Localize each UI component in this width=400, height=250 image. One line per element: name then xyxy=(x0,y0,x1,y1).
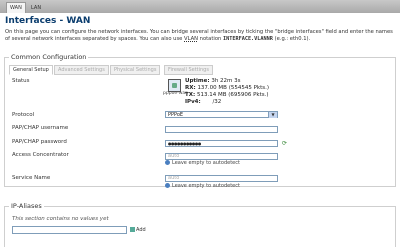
password-label: PAP/CHAP password xyxy=(12,139,67,145)
password-input[interactable]: ●●●●●●●●●●● xyxy=(165,140,278,147)
tab-general-setup[interactable]: General Setup xyxy=(9,65,53,75)
description-line2: of several network interfaces separated … xyxy=(5,36,185,42)
protocol-value: PPPoE xyxy=(168,112,184,118)
tab-lan[interactable]: LAN xyxy=(28,3,44,13)
description-vlan: VLAN xyxy=(184,36,199,42)
ipv4-value: /32 xyxy=(212,99,222,105)
ip-aliases-legend: IP-Aliases xyxy=(9,202,44,210)
new-alias-input[interactable] xyxy=(12,226,127,234)
page-title: Interfaces - WAN xyxy=(5,16,91,26)
empty-section-note: This section contains no values yet xyxy=(12,216,109,222)
info-icon xyxy=(165,160,170,165)
ipv4-label: IPv4: xyxy=(185,99,201,105)
access-concentrator-input[interactable]: auto xyxy=(165,153,278,160)
uptime-label: Uptime: xyxy=(185,78,210,84)
uptime-value: 3h 22m 3s xyxy=(211,78,241,84)
rx-label: RX: xyxy=(185,85,196,91)
tab-physical-settings[interactable]: Physical Settings xyxy=(110,65,161,75)
page-description: On this page you can configure the netwo… xyxy=(5,29,397,43)
access-concentrator-hint-text: Leave empty to autodetect xyxy=(172,160,240,166)
common-config-section xyxy=(4,57,396,187)
description-line1: On this page you can configure the netwo… xyxy=(5,29,393,35)
uptime-row: Uptime: 3h 22m 3s xyxy=(185,78,241,84)
tab-firewall-settings[interactable]: Firewall Settings xyxy=(164,65,213,75)
access-concentrator-label: Access Concentrator xyxy=(12,152,69,158)
tab-advanced-settings[interactable]: Advanced Settings xyxy=(54,65,109,75)
reveal-password-icon[interactable]: ⟳ xyxy=(282,140,287,147)
tx-row: TX: 513.14 MB (695906 Pkts.) xyxy=(185,92,269,98)
description-mid: notation xyxy=(198,36,223,42)
protocol-label: Protocol xyxy=(12,112,35,118)
username-label: PAP/CHAP username xyxy=(12,125,69,131)
rx-value: 137.00 MB (554545 Pkts.) xyxy=(197,85,270,91)
protocol-select[interactable]: PPPoE ▼ xyxy=(165,111,278,118)
service-name-label: Service Name xyxy=(12,175,51,181)
info-icon xyxy=(165,183,170,188)
status-label: Status xyxy=(12,78,30,84)
chevron-down-icon: ▼ xyxy=(268,112,277,118)
add-icon xyxy=(130,227,135,232)
tx-label: TX: xyxy=(185,92,196,98)
username-input[interactable] xyxy=(165,126,278,133)
description-suffix: (e.g.: eth0.1). xyxy=(272,36,311,42)
top-tab-bar: WAN LAN xyxy=(0,0,400,13)
service-name-input[interactable]: auto xyxy=(165,175,278,182)
service-name-hint: Leave empty to autodetect xyxy=(165,183,240,189)
tx-value: 513.14 MB (695906 Pkts.) xyxy=(196,92,269,98)
description-code: INTERFACE.VLANNR xyxy=(222,36,273,42)
service-name-hint-text: Leave empty to autodetect xyxy=(172,183,240,189)
tab-wan[interactable]: WAN xyxy=(6,2,26,13)
add-alias-button[interactable]: Add xyxy=(130,226,148,234)
access-concentrator-hint: Leave empty to autodetect xyxy=(165,160,240,166)
ipv4-row: IPv4: /32 xyxy=(185,99,221,105)
add-label: Add xyxy=(136,227,146,233)
common-config-legend: Common Configuration xyxy=(9,53,89,61)
rx-row: RX: 137.00 MB (554545 Pkts.) xyxy=(185,85,269,91)
